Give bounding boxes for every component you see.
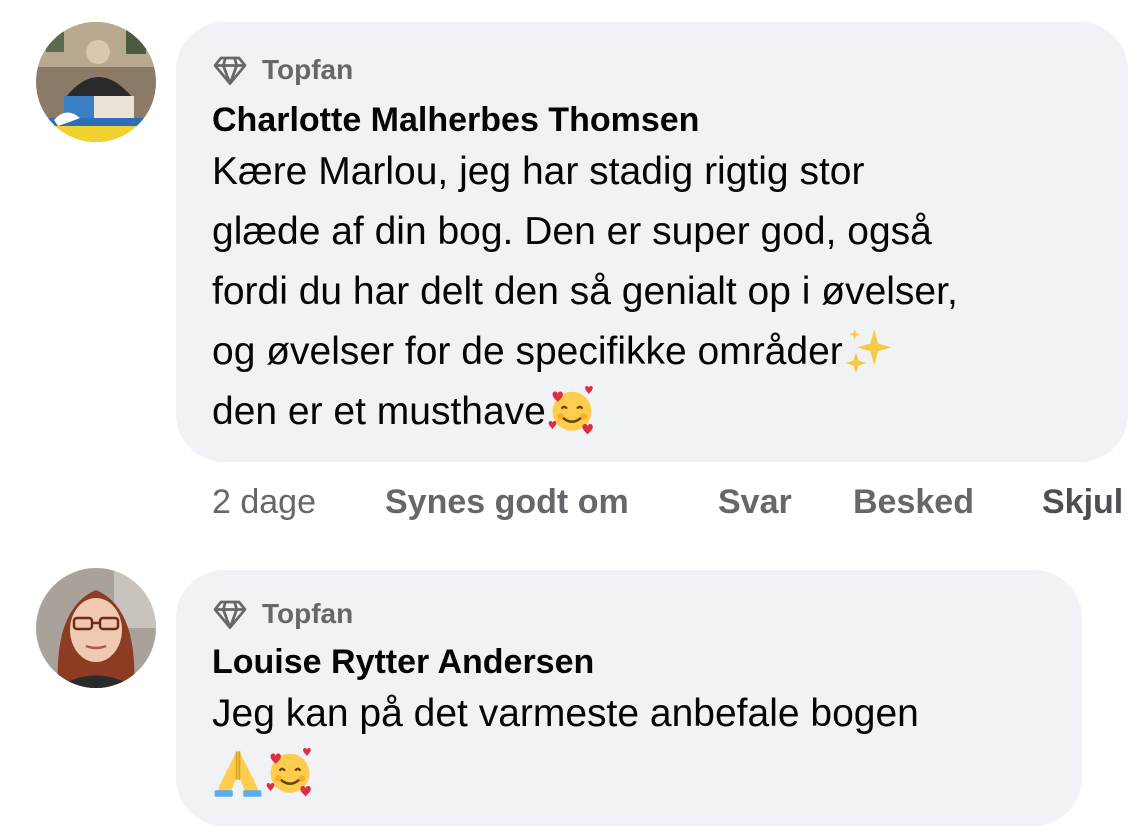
avatar[interactable]	[36, 22, 156, 142]
sparkles-emoji	[843, 324, 895, 376]
comment-text: Jeg kan på det varmeste anbefale bogen	[212, 684, 1082, 804]
reply-button[interactable]: Svar	[718, 480, 792, 524]
avatar[interactable]	[36, 568, 156, 688]
badge-label: Topfan	[262, 54, 354, 85]
comment-line-with-emoji: den er et musthave	[212, 382, 1104, 442]
comment-text: Kære Marlou, jeg har stadig rigtig stor …	[212, 142, 1128, 442]
comment-bubble: Topfan Charlotte Malherbes Thomsen Kære …	[176, 22, 1128, 462]
diamond-icon	[213, 600, 247, 629]
badge-label: Topfan	[262, 598, 354, 629]
smiling-face-with-hearts-emoji	[264, 746, 316, 798]
topfan-badge[interactable]: Topfan	[212, 52, 1128, 88]
emoji-line	[212, 744, 1058, 804]
comment-line: den er et musthave	[212, 390, 546, 433]
comment-line: fordi du har delt den så genialt op i øv…	[212, 270, 958, 313]
comment-line: og øvelser for de specifikke områder	[212, 330, 843, 373]
profile-photo	[36, 568, 156, 688]
comment-line: glæde af din bog. Den er super god, også	[212, 210, 932, 253]
message-button[interactable]: Besked	[853, 480, 974, 524]
author-name[interactable]: Charlotte Malherbes Thomsen	[212, 100, 1128, 140]
diamond-icon	[213, 56, 247, 85]
comment-line-with-emoji: og øvelser for de specifikke områder	[212, 322, 1104, 382]
topfan-badge[interactable]: Topfan	[212, 596, 1082, 632]
hide-button[interactable]: Skjul	[1042, 480, 1123, 524]
comment-bubble: Topfan Louise Rytter Andersen Jeg kan på…	[176, 570, 1082, 826]
timestamp[interactable]: 2 dage	[212, 480, 316, 524]
like-button[interactable]: Synes godt om	[385, 480, 629, 524]
smiling-face-with-hearts-emoji	[546, 384, 598, 436]
comment-line: Jeg kan på det varmeste anbefale bogen	[212, 692, 919, 735]
comment-line: Kære Marlou, jeg har stadig rigtig stor	[212, 150, 865, 193]
author-name[interactable]: Louise Rytter Andersen	[212, 642, 1082, 682]
profile-photo	[36, 22, 156, 142]
folded-hands-emoji	[212, 746, 264, 798]
